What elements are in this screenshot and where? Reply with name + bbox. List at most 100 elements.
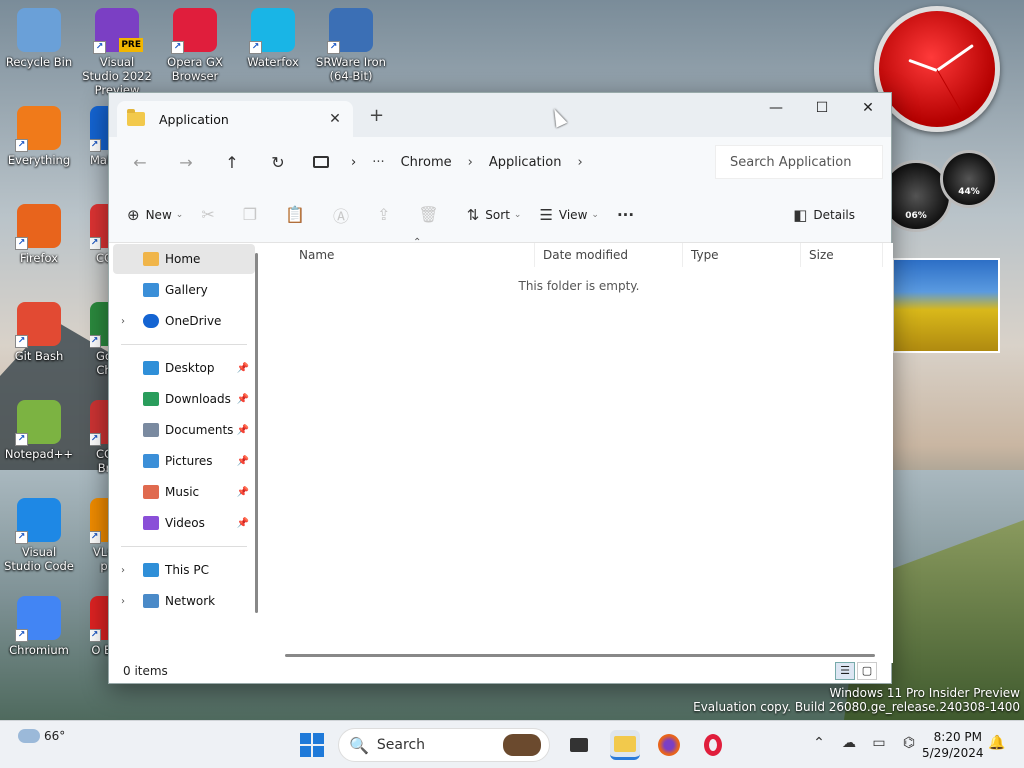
memory-meter-gadget[interactable]: 44%	[940, 150, 998, 208]
computer-icon[interactable]	[313, 156, 329, 168]
view-button[interactable]: ☰ View ⌄	[539, 206, 598, 224]
sidebar-item-home[interactable]: Home	[113, 244, 255, 274]
new-button[interactable]: ⊕ New ⌄	[127, 206, 183, 224]
desktop-icon-waterfox[interactable]: ↗ Waterfox	[236, 8, 310, 69]
column-date-modified[interactable]: Date modified	[535, 243, 683, 267]
taskbar-clock[interactable]: 8:20 PM 5/29/2024	[922, 729, 984, 761]
sidebar-item-pictures[interactable]: Pictures 📌	[113, 446, 255, 476]
sidebar-item-videos[interactable]: Videos 📌	[113, 508, 255, 538]
desktop-icon-notepad-plus-plus[interactable]: ↗ Notepad++	[2, 400, 76, 461]
sidebar-item-onedrive[interactable]: › OneDrive	[113, 306, 255, 336]
weather-widget[interactable]: 66°	[18, 729, 65, 743]
sidebar-item-music[interactable]: Music 📌	[113, 477, 255, 507]
chevron-right-icon[interactable]: ›	[121, 316, 125, 327]
search-input[interactable]: Search Application	[715, 145, 883, 179]
cut-icon[interactable]: ✂	[201, 205, 214, 224]
firefox-taskbar-button[interactable]	[654, 730, 684, 760]
network-icon[interactable]: ⌬	[894, 735, 924, 751]
breadcrumb-more[interactable]: ···	[372, 155, 384, 170]
sidebar-item-documents[interactable]: Documents 📌	[113, 415, 255, 445]
breadcrumb-chrome[interactable]: Chrome	[401, 155, 452, 170]
display-icon[interactable]: ▭	[864, 735, 894, 751]
folder-icon	[614, 735, 636, 752]
task-view-button[interactable]	[564, 730, 594, 760]
up-button[interactable]: ↑	[209, 153, 255, 172]
sidebar-item-network[interactable]: › Network	[113, 586, 255, 616]
desktop-icon-everything[interactable]: ↗ Everything	[2, 106, 76, 167]
shortcut-arrow-icon: ↗	[90, 531, 101, 544]
pin-icon[interactable]: 📌	[237, 394, 249, 405]
desktop-icon-visual-studio[interactable]: ↗ PRE Visual Studio 2022 Preview	[80, 8, 154, 97]
desktop-icon-recycle-bin[interactable]: Recycle Bin	[2, 8, 76, 69]
desktop-icon-vscode[interactable]: ↗ Visual Studio Code	[2, 498, 76, 573]
breadcrumb[interactable]: › ··· Chrome › Application ›	[313, 145, 715, 179]
taskbar-search[interactable]: 🔍 Search	[338, 728, 550, 762]
shortcut-arrow-icon: ↗	[90, 139, 101, 152]
sidebar-item-label: Desktop	[165, 361, 215, 375]
pin-icon[interactable]: 📌	[237, 425, 249, 436]
close-button[interactable]: ✕	[845, 93, 891, 123]
pin-icon[interactable]: 📌	[237, 363, 249, 374]
desktop-icon-firefox[interactable]: ↗ Firefox	[2, 204, 76, 265]
minimize-button[interactable]: —	[753, 93, 799, 123]
copy-icon[interactable]: ❐	[243, 205, 257, 224]
column-type[interactable]: Type	[683, 243, 801, 267]
back-button[interactable]: ←	[117, 153, 163, 172]
sort-button[interactable]: ⇅ Sort ⌄	[467, 206, 522, 224]
sidebar-item-downloads[interactable]: Downloads 📌	[113, 384, 255, 414]
tiles-view-icon[interactable]: ▢	[857, 662, 877, 680]
desktop-icon-git-bash[interactable]: ↗ Git Bash	[2, 302, 76, 363]
sidebar-item-label: Pictures	[165, 454, 213, 468]
slideshow-gadget[interactable]	[892, 258, 1000, 353]
column-size[interactable]: Size	[801, 243, 883, 267]
srware-iron-icon: ↗	[327, 8, 373, 54]
share-icon[interactable]: ⇪	[377, 205, 390, 224]
close-tab-icon[interactable]: ✕	[327, 111, 343, 127]
taskbar-search-label: Search	[376, 737, 426, 753]
refresh-button[interactable]: ↻	[255, 153, 301, 172]
chevron-right-icon[interactable]: ›	[121, 565, 125, 576]
pin-icon[interactable]: 📌	[237, 487, 249, 498]
folder-icon	[127, 109, 145, 126]
clock-gadget[interactable]	[874, 6, 1000, 132]
see-more-button[interactable]: ···	[617, 206, 640, 224]
pin-icon[interactable]: 📌	[237, 518, 249, 529]
opera-taskbar-button[interactable]	[698, 730, 728, 760]
maximize-button[interactable]: ☐	[799, 93, 845, 123]
navigation-pane: Home Gallery › OneDrive Desktop 📌 Download…	[109, 243, 259, 663]
sort-icon: ⇅	[466, 205, 480, 224]
details-pane-button[interactable]: ◧ Details	[793, 206, 855, 224]
horizontal-scrollbar[interactable]	[285, 654, 875, 657]
rename-icon[interactable]: Ⓐ	[333, 203, 349, 227]
chevron-right-icon[interactable]: ›	[121, 596, 125, 607]
chevron-right-icon[interactable]: ›	[577, 155, 582, 170]
desktop-icon-srware-iron[interactable]: ↗ SRWare Iron (64-Bit)	[314, 8, 388, 83]
desktop-icon-label: Visual Studio Code	[4, 545, 74, 573]
windows-watermark: Windows 11 Pro Insider Preview Evaluatio…	[693, 686, 1020, 714]
cloud-sync-icon[interactable]: ☁	[834, 735, 864, 751]
new-tab-button[interactable]: +	[369, 105, 384, 126]
desktop-icon-opera-gx[interactable]: ↗ Opera GX Browser	[158, 8, 232, 83]
breadcrumb-application[interactable]: Application	[489, 155, 562, 170]
sidebar-item-gallery[interactable]: Gallery	[113, 275, 255, 305]
column-name[interactable]: Name	[265, 243, 535, 267]
pin-icon[interactable]: 📌	[237, 456, 249, 467]
shortcut-arrow-icon: ↗	[90, 335, 101, 348]
sidebar-item-desktop[interactable]: Desktop 📌	[113, 353, 255, 383]
paste-icon[interactable]: 📋	[285, 205, 305, 224]
file-explorer-taskbar-button[interactable]	[610, 730, 640, 760]
chevron-right-icon[interactable]: ›	[468, 155, 473, 170]
sidebar-item-this-pc[interactable]: › This PC	[113, 555, 255, 585]
sidebar-scrollbar[interactable]	[255, 253, 258, 613]
explorer-tab[interactable]: Application ✕	[117, 101, 353, 137]
notification-bell-icon[interactable]: 🔔	[988, 735, 1005, 751]
delete-icon[interactable]: 🗑	[418, 205, 438, 224]
title-bar[interactable]: Application ✕ + — ☐ ✕	[109, 93, 891, 137]
chevron-right-icon[interactable]: ›	[351, 155, 356, 170]
sort-button-label: Sort	[485, 207, 510, 222]
start-button[interactable]	[300, 733, 324, 757]
details-view-icon[interactable]: ☰	[835, 662, 855, 680]
chevron-up-icon[interactable]: ⌃	[804, 735, 834, 751]
desktop-icon-chromium[interactable]: ↗ Chromium	[2, 596, 76, 657]
forward-button[interactable]: →	[163, 153, 209, 172]
